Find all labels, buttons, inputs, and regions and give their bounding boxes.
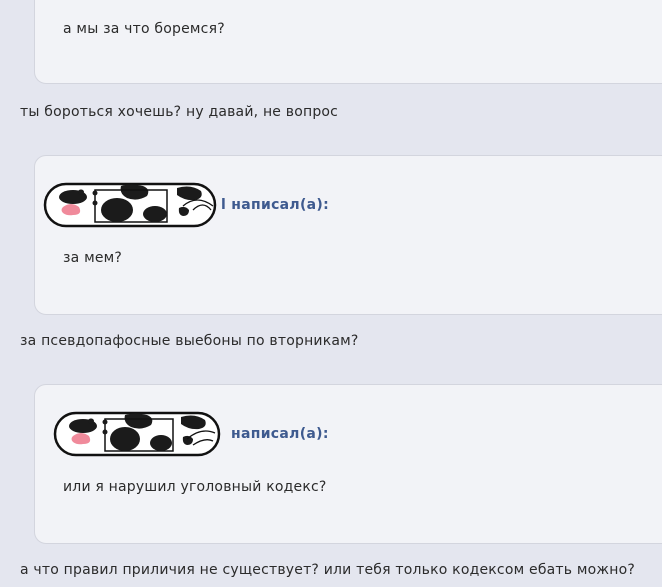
cow-print-badge-icon (53, 411, 221, 457)
reply-text: а что правил приличия не существует? или… (20, 562, 635, 578)
quote-block: написал(а): или я нарушил уголовный коде… (34, 384, 662, 544)
cow-print-badge-icon (43, 182, 217, 228)
author-wrote-label[interactable]: l написал(а): (221, 197, 329, 213)
quote-author: l написал(а): (43, 180, 329, 230)
quote-author: написал(а): (53, 409, 329, 459)
author-wrote-label[interactable]: написал(а): (231, 426, 329, 442)
quote-block: а мы за что боремся? (34, 0, 662, 84)
quote-block: l написал(а): за мем? (34, 155, 662, 315)
quote-text: а мы за что боремся? (63, 21, 225, 37)
reply-text: за псевдопафосные выебоны по вторникам? (20, 333, 359, 349)
reply-text: ты бороться хочешь? ну давай, не вопрос (20, 104, 339, 120)
quote-text: или я нарушил уголовный кодекс? (63, 479, 327, 495)
quote-text: за мем? (63, 250, 123, 266)
